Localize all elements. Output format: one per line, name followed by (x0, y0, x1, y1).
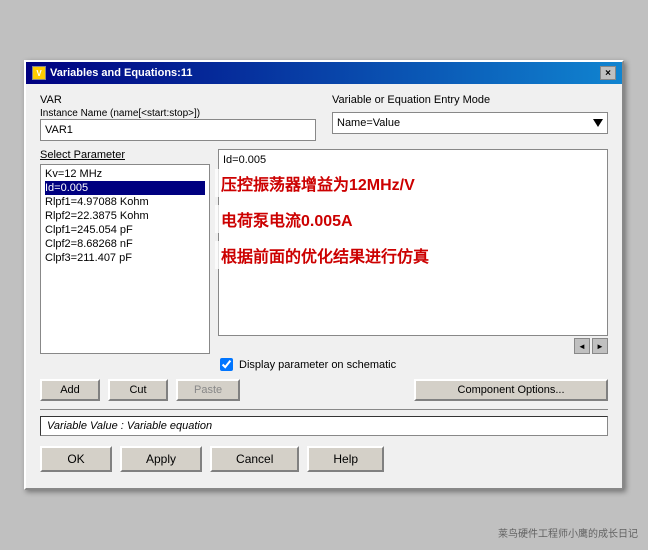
var-label: VAR (40, 94, 316, 106)
param-item-rlpf1[interactable]: Rlpf1=4.97088 Kohm (45, 195, 205, 209)
close-button[interactable]: × (600, 66, 616, 80)
checkbox-row: Display parameter on schematic (40, 358, 608, 371)
param-item-id[interactable]: Id=0.005 (45, 181, 205, 195)
params-panel: Select Parameter Kv=12 MHz Id=0.005 Rlpf… (40, 149, 210, 354)
var-panel: VAR Instance Name (name[<start:stop>]) (40, 94, 316, 141)
status-text: Variable Value : Variable equation (47, 420, 212, 432)
watermark: 莱鸟硬件工程师小鹰的成长日记 (498, 525, 638, 540)
cancel-button[interactable]: Cancel (210, 446, 299, 472)
top-section: VAR Instance Name (name[<start:stop>]) V… (40, 94, 608, 141)
main-dialog: V Variables and Equations:11 × VAR Insta… (24, 60, 624, 490)
dialog-body: VAR Instance Name (name[<start:stop>]) V… (26, 84, 622, 488)
separator (40, 409, 608, 410)
dialog-title: Variables and Equations:11 (50, 67, 192, 79)
instance-name-input[interactable] (40, 119, 316, 141)
param-item-rlpf2[interactable]: Rlpf2=22.3875 Kohm (45, 209, 205, 223)
scroll-left-btn[interactable]: ◄ (574, 338, 590, 354)
param-item-clpf2[interactable]: Clpf2=8.68268 nF (45, 237, 205, 251)
middle-section: Select Parameter Kv=12 MHz Id=0.005 Rlpf… (40, 149, 608, 354)
entry-mode-select[interactable]: Name=Value Equation (332, 112, 608, 134)
ok-button[interactable]: OK (40, 446, 112, 472)
title-bar: V Variables and Equations:11 × (26, 62, 622, 84)
entry-mode-label: Variable or Equation Entry Mode (332, 94, 608, 106)
param-item-clpf1[interactable]: Clpf1=245.054 pF (45, 223, 205, 237)
entry-mode-panel: Variable or Equation Entry Mode Name=Val… (332, 94, 608, 141)
display-param-checkbox[interactable] (220, 358, 233, 371)
apply-button[interactable]: Apply (120, 446, 202, 472)
instance-name-label: Instance Name (name[<start:stop>]) (40, 108, 316, 119)
component-options-button[interactable]: Component Options... (414, 379, 608, 401)
help-button[interactable]: Help (307, 446, 384, 472)
add-button[interactable]: Add (40, 379, 100, 401)
bottom-buttons: OK Apply Cancel Help (40, 446, 608, 478)
param-item-clpf3[interactable]: Clpf3=211.407 pF (45, 251, 205, 265)
equation-textarea[interactable]: Id=0.005 (218, 149, 608, 336)
select-parameter-label: Select Parameter (40, 149, 210, 161)
paste-button[interactable]: Paste (176, 379, 240, 401)
display-param-label: Display parameter on schematic (239, 359, 396, 371)
params-list[interactable]: Kv=12 MHz Id=0.005 Rlpf1=4.97088 Kohm Rl… (40, 164, 210, 354)
scroll-right-btn[interactable]: ► (592, 338, 608, 354)
equation-panel: Id=0.005 ◄ ► (218, 149, 608, 354)
action-buttons-row: Add Cut Paste Component Options... (40, 379, 608, 401)
param-item-kv[interactable]: Kv=12 MHz (45, 167, 205, 181)
title-bar-left: V Variables and Equations:11 (32, 66, 192, 80)
cut-button[interactable]: Cut (108, 379, 168, 401)
status-bar: Variable Value : Variable equation (40, 416, 608, 436)
dialog-icon: V (32, 66, 46, 80)
